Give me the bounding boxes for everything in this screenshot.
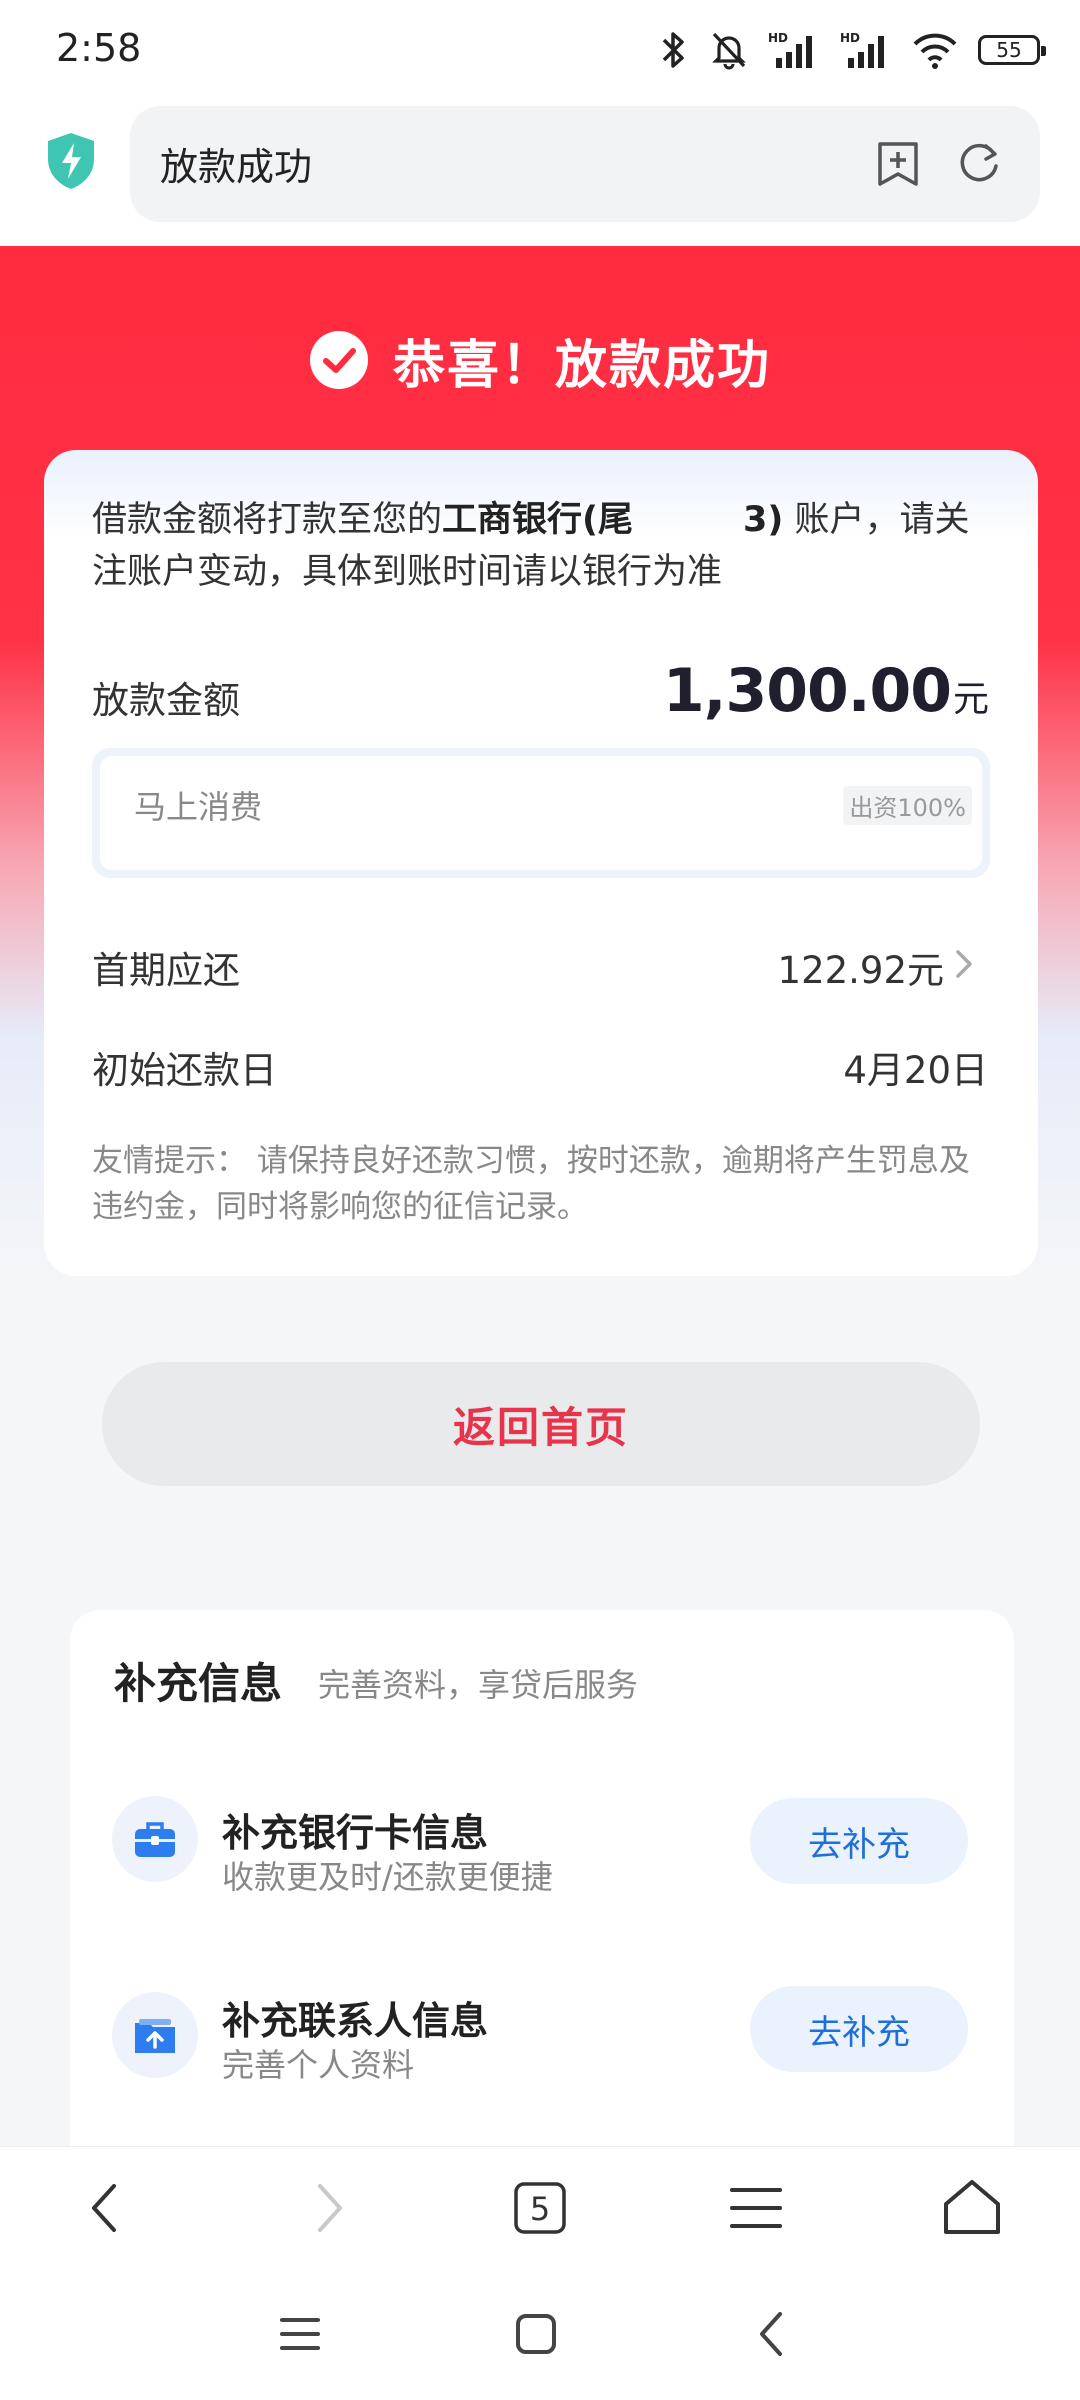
amount-label: 放款金额 (92, 679, 240, 722)
menu-icon[interactable] (724, 2176, 788, 2240)
chevron-right-icon[interactable] (950, 944, 978, 984)
tab-count: 5 (530, 2190, 550, 2228)
lender-name: 马上消费 (134, 788, 263, 826)
forward-icon[interactable] (296, 2176, 360, 2240)
success-title: 恭喜！放款成功 (392, 335, 771, 396)
bluetooth-icon (658, 30, 690, 70)
address-text[interactable]: 放款成功 (160, 136, 312, 191)
supplement-subtitle: 完善资料，享贷后服务 (318, 1666, 639, 1704)
back-icon[interactable] (74, 2176, 138, 2240)
success-header: 恭喜！放款成功 (0, 320, 1080, 400)
friendly-tip: 友情提示： 请保持良好还款习惯，按时还款，逾期将产生罚息及违约金，同时将影响您的… (92, 1143, 970, 1225)
battery-icon: 55 (978, 35, 1046, 65)
item-desc-bank-card: 收款更及时/还款更便捷 (222, 1858, 553, 1896)
refresh-icon[interactable] (956, 140, 1002, 186)
notice-bank-tail: 3) (743, 500, 784, 540)
fill-bank-card-button[interactable]: 去补充 (750, 1798, 968, 1884)
home-icon[interactable] (940, 2176, 1004, 2240)
item-desc-contact: 完善个人资料 (222, 2046, 415, 2084)
item-title-contact: 补充联系人信息 (222, 1999, 489, 2043)
system-home-icon[interactable] (508, 2306, 564, 2362)
first-payment-label: 首期应还 (92, 949, 240, 992)
fill-contact-button[interactable]: 去补充 (750, 1986, 968, 2072)
status-time: 2:58 (56, 26, 142, 70)
hd-label: HD (768, 31, 788, 45)
system-back-icon[interactable] (744, 2306, 800, 2362)
hd-label: HD (840, 31, 860, 45)
disbursement-notice: 借款金额将打款至您的工商银行(尾 3) 账户，请关注账户变动，具体到账时间请以银行… (92, 494, 1004, 598)
first-date-label: 初始还款日 (92, 1049, 277, 1092)
first-date-value: 4月20日 (843, 1049, 988, 1092)
item-title-bank-card: 补充银行卡信息 (222, 1811, 489, 1855)
supplement-title: 补充信息 (114, 1659, 283, 1708)
amount-value: 1,300.00元 (662, 656, 989, 726)
shield-bolt-icon[interactable] (44, 131, 98, 191)
notice-bank: 工商银行(尾 (442, 500, 634, 540)
wifi-icon (912, 30, 958, 70)
folder-upload-icon (112, 1992, 198, 2078)
signal-hd-icon-1: HD (768, 30, 820, 70)
lender-share-badge: 出资100% (843, 786, 972, 825)
amount-unit: 元 (952, 679, 989, 720)
amount-number: 1,300.00 (662, 656, 952, 726)
return-home-button[interactable]: 返回首页 (102, 1362, 980, 1486)
check-circle-icon (309, 330, 369, 390)
briefcase-icon (112, 1796, 198, 1882)
first-payment-value[interactable]: 122.92元 (778, 940, 944, 994)
bell-muted-icon (710, 30, 748, 70)
notice-prefix: 借款金额将打款至您的 (92, 500, 443, 540)
tabs-icon[interactable]: 5 (508, 2176, 572, 2240)
bookmark-add-icon[interactable] (876, 140, 920, 188)
status-icons: HD HD 55 (658, 28, 1046, 72)
signal-hd-icon-2: HD (840, 30, 892, 70)
recents-icon[interactable] (272, 2306, 328, 2362)
